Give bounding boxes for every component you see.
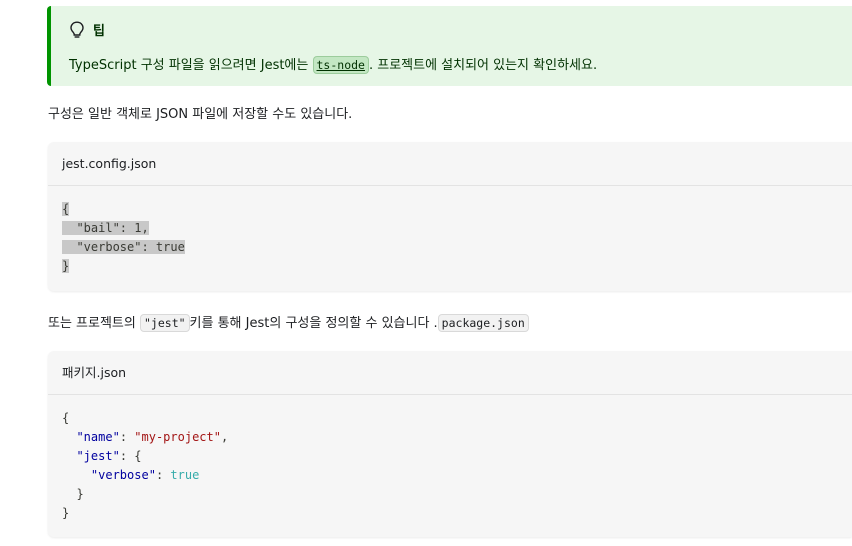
code-block-package-json: 패키지.json { "name": "my-project", "jest":… [48,351,852,537]
code-brace: } [62,506,70,520]
code-punc: : [119,430,135,444]
paragraph-text-middle: 키를 통해 Jest의 구성을 정의할 수 있습니다 . [189,316,438,331]
code-line: "bail": 1, [62,221,149,235]
code-punc: : [155,468,171,482]
paragraph-text-before: 또는 프로젝트의 [48,316,140,331]
paragraph-json-config: 구성은 일반 객체로 JSON 파일에 저장할 수도 있습니다. [48,107,353,122]
ts-node-code-link[interactable]: ts-node [312,56,369,74]
code-punc: : { [119,449,142,463]
code-key: "jest" [76,449,120,463]
package-json-code: package.json [437,314,529,332]
code-line: } [62,259,70,273]
code-brace: } [76,487,84,501]
jest-key-code: "jest" [140,314,190,332]
code-brace: { [62,411,70,425]
tip-admonition: 팁 TypeScript 구성 파일을 읽으려면 Jest에는 ts-node.… [47,6,852,86]
code-block-title: 패키지.json [48,351,852,395]
tip-text-before: TypeScript 구성 파일을 읽으려면 Jest에는 [69,58,313,73]
code-key: "verbose" [90,468,156,482]
code-block-title: jest.config.json [48,142,852,186]
code-block-content[interactable]: { "bail": 1, "verbose": true } [48,186,852,290]
code-key: "name" [76,430,120,444]
code-line: "verbose": true [62,240,185,254]
tip-text-after: . 프로젝트에 설치되어 있는지 확인하세요. [368,58,598,73]
code-boolean: true [170,468,200,482]
code-block-content[interactable]: { "name": "my-project", "jest": { "verbo… [48,395,852,537]
tip-text: TypeScript 구성 파일을 읽으려면 Jest에는 ts-node. 프… [69,54,598,74]
code-string: "my-project" [134,430,221,444]
tip-heading: 팁 [69,20,105,39]
lightbulb-icon [70,20,84,38]
code-block-jest-config: jest.config.json { "bail": 1, "verbose":… [48,142,852,291]
tip-title: 팁 [93,24,105,39]
code-line: { [62,202,70,216]
paragraph-package-json: 또는 프로젝트의 "jest" 키를 통해 Jest의 구성을 정의할 수 있습니… [48,312,529,332]
code-punc: , [220,430,229,444]
